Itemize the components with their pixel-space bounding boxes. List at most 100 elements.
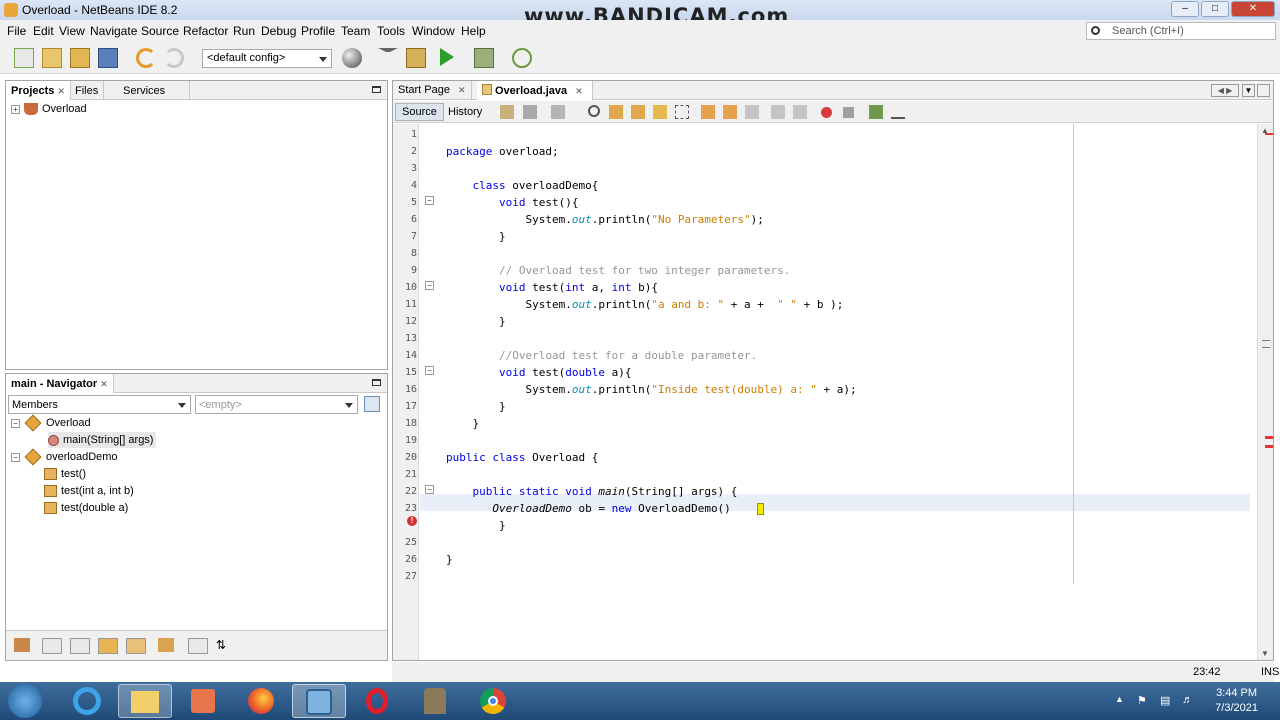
error-marker[interactable]: [1265, 133, 1273, 135]
menu-team[interactable]: Team: [341, 24, 370, 38]
sort-toggle-icon[interactable]: [126, 638, 146, 654]
menu-file[interactable]: File: [7, 24, 26, 38]
navigator-item-test[interactable]: test(): [44, 466, 86, 482]
menu-navigate[interactable]: Navigate: [90, 24, 137, 38]
globe-icon[interactable]: [342, 48, 362, 68]
error-stripe-marker[interactable]: [1265, 445, 1273, 448]
previous-bookmark-icon[interactable]: [701, 105, 715, 119]
toggle-bookmark-icon[interactable]: [745, 105, 759, 119]
taskbar-firefox[interactable]: [234, 684, 288, 718]
tab-services[interactable]: Services: [118, 81, 190, 100]
menu-refactor[interactable]: Refactor: [183, 24, 228, 38]
profile-icon[interactable]: [512, 48, 532, 68]
next-bookmark-icon[interactable]: [723, 105, 737, 119]
expand-icon[interactable]: +: [11, 104, 20, 114]
empty-filter-select[interactable]: <empty>: [195, 395, 358, 414]
taskbar-chrome[interactable]: [466, 684, 520, 718]
start-macro-icon[interactable]: [821, 107, 832, 118]
fold-icon[interactable]: −: [425, 366, 434, 375]
chevron-down-icon[interactable]: ▼: [1242, 84, 1255, 97]
last-edit-icon[interactable]: [500, 105, 514, 119]
static-toggle-icon[interactable]: [70, 638, 90, 654]
tab-navigator[interactable]: main - Navigator ✕: [6, 374, 114, 393]
error-stripe-marker[interactable]: [1265, 436, 1273, 439]
comment-icon[interactable]: [869, 105, 883, 119]
uncomment-icon[interactable]: [891, 105, 905, 119]
find-next-icon[interactable]: [631, 105, 645, 119]
fqn-icon[interactable]: [158, 638, 174, 652]
start-button[interactable]: [8, 684, 42, 718]
redo-icon[interactable]: [164, 48, 184, 68]
minimize-icon[interactable]: [372, 86, 381, 93]
scroll-down-icon[interactable]: ▼: [1261, 649, 1269, 658]
inherited-icon[interactable]: [14, 638, 30, 652]
scroll-thumb[interactable]: [1262, 340, 1270, 348]
save-all-icon[interactable]: [98, 48, 118, 68]
shift-left-icon[interactable]: [771, 105, 785, 119]
navigator-item-test-double[interactable]: test(double a): [44, 500, 128, 516]
fields-toggle-icon[interactable]: [42, 638, 62, 654]
source-button[interactable]: Source: [395, 103, 444, 121]
tree-item-overload[interactable]: + Overload: [11, 101, 87, 117]
run-icon[interactable]: [440, 48, 454, 66]
new-project-icon[interactable]: [42, 48, 62, 68]
fold-icon[interactable]: −: [425, 485, 434, 494]
navigator-item-overloaddemo[interactable]: − overloadDemo: [11, 448, 118, 466]
stop-macro-icon[interactable]: [843, 107, 854, 118]
navigator-item-overload[interactable]: − Overload: [11, 414, 91, 432]
debug-icon[interactable]: [474, 48, 494, 68]
menu-tools[interactable]: Tools: [377, 24, 405, 38]
system-clock[interactable]: 3:44 PM 7/3/2021: [1215, 686, 1258, 716]
fold-icon[interactable]: −: [425, 196, 434, 205]
tray-network-icon[interactable]: ▤: [1160, 694, 1170, 707]
toggle-highlight-icon[interactable]: [653, 105, 667, 119]
tab-overload-java[interactable]: Overload.java ✕: [477, 81, 593, 100]
undo-icon[interactable]: [136, 48, 156, 68]
taskbar-opera[interactable]: [350, 684, 404, 718]
collapse-icon[interactable]: −: [11, 418, 20, 428]
collapse-icon[interactable]: −: [11, 452, 20, 462]
close-button[interactable]: ✕: [1231, 1, 1275, 17]
menu-view[interactable]: View: [59, 24, 85, 38]
tab-files[interactable]: Files: [70, 81, 105, 100]
shift-right-icon[interactable]: [793, 105, 807, 119]
menu-edit[interactable]: Edit: [33, 24, 54, 38]
find-icon[interactable]: [588, 105, 600, 117]
filter-options-icon[interactable]: [364, 396, 380, 412]
new-file-icon[interactable]: [14, 48, 34, 68]
history-button[interactable]: History: [441, 103, 489, 121]
tab-start-page[interactable]: Start Page ✕: [393, 81, 472, 100]
tab-scroll-arrows-icon[interactable]: ◀ ▶: [1211, 84, 1239, 97]
clean-build-icon[interactable]: [406, 48, 426, 68]
menu-help[interactable]: Help: [461, 24, 486, 38]
config-select[interactable]: <default config>: [202, 49, 332, 68]
back-icon[interactable]: [523, 105, 537, 119]
close-tab-icon[interactable]: ✕: [458, 85, 466, 95]
menu-debug[interactable]: Debug: [261, 24, 296, 38]
taskbar-netbeans[interactable]: [292, 684, 346, 718]
search-box[interactable]: Search (Ctrl+I): [1086, 22, 1276, 40]
rectangular-selection-icon[interactable]: [675, 105, 689, 119]
forward-icon[interactable]: [551, 105, 565, 119]
code-editor[interactable]: − − − − package overload; class overload…: [420, 124, 1250, 660]
taskbar-internet-explorer[interactable]: [60, 684, 114, 718]
build-hammer-icon[interactable]: [378, 48, 398, 68]
sort-source-icon[interactable]: ⇅: [216, 638, 236, 654]
members-filter-select[interactable]: Members: [8, 395, 191, 414]
menu-source[interactable]: Source: [141, 24, 179, 38]
tray-flag-icon[interactable]: ⚑: [1137, 694, 1147, 707]
tab-projects[interactable]: Projects ✕: [6, 81, 72, 100]
maximize-button[interactable]: □: [1201, 1, 1229, 17]
menu-run[interactable]: Run: [233, 24, 255, 38]
taskbar-file-explorer[interactable]: [118, 684, 172, 718]
navigator-item-main[interactable]: main(String[] args): [48, 432, 157, 448]
close-tab-icon[interactable]: ✕: [575, 86, 583, 96]
find-previous-icon[interactable]: [609, 105, 623, 119]
nonpublic-toggle-icon[interactable]: [98, 638, 118, 654]
menu-profile[interactable]: Profile: [301, 24, 335, 38]
taskbar-media-player[interactable]: [176, 684, 230, 718]
open-project-icon[interactable]: [70, 48, 90, 68]
fold-icon[interactable]: −: [425, 281, 434, 290]
minimize-icon[interactable]: [372, 379, 381, 386]
tray-volume-icon[interactable]: ♬: [1182, 694, 1193, 706]
